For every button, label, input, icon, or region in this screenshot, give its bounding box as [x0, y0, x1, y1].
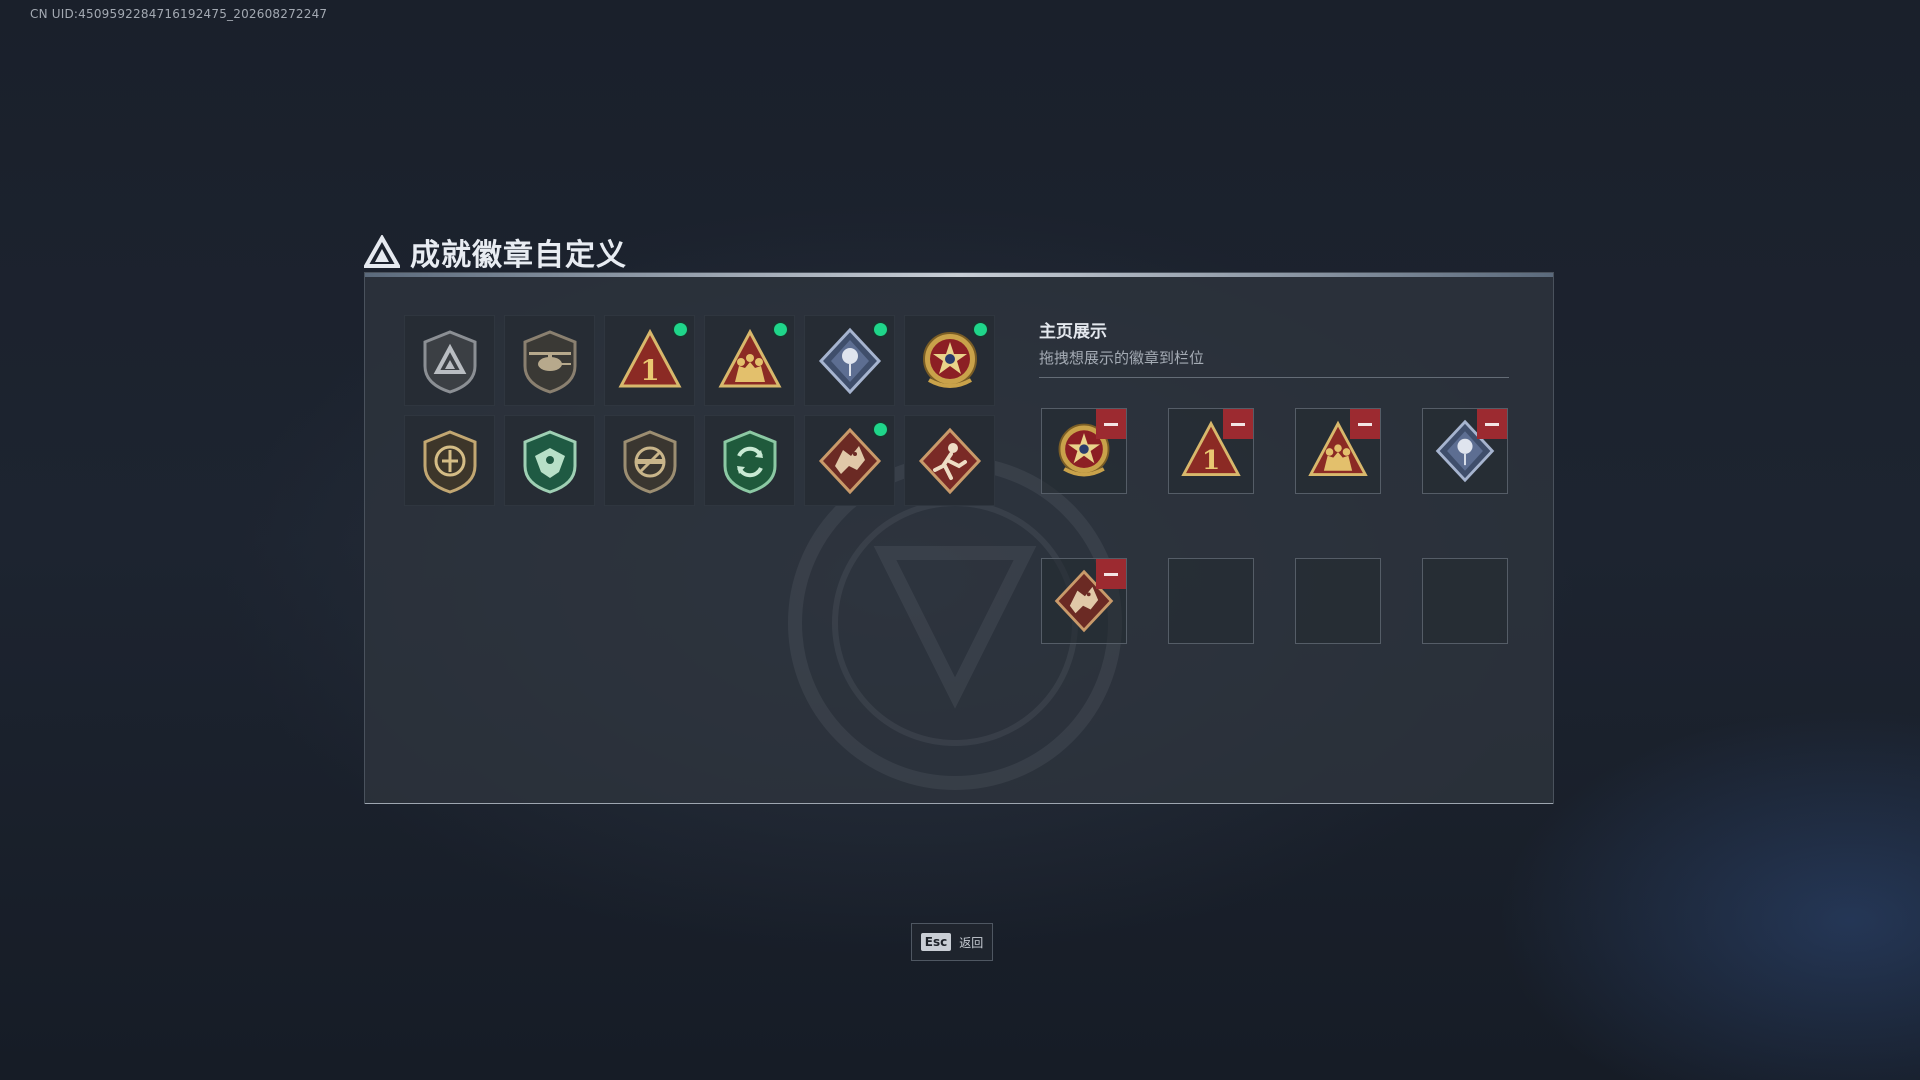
badge-cell[interactable] — [804, 415, 895, 506]
badge-cell[interactable] — [504, 415, 595, 506]
squad-triangle-badge-icon — [717, 328, 782, 387]
showcase-title: 主页展示 — [1039, 322, 1107, 342]
new-indicator-dot — [674, 323, 687, 336]
badge-cell[interactable] — [904, 415, 995, 506]
remove-badge-button[interactable] — [1477, 409, 1507, 439]
remove-badge-button[interactable] — [1096, 409, 1126, 439]
minus-icon — [1104, 572, 1118, 576]
uid-label: CN UID:4509592284716192475_202608272247 — [30, 7, 328, 21]
showcase-slot-empty[interactable] — [1422, 558, 1508, 644]
badge-cell[interactable] — [804, 315, 895, 406]
badge-grid: 1 — [404, 315, 995, 506]
back-button[interactable]: Esc 返回 — [911, 923, 993, 961]
showcase-slot-filled[interactable] — [1295, 408, 1381, 494]
minus-icon — [1485, 422, 1499, 426]
showcase-slot-filled[interactable]: 1 — [1168, 408, 1254, 494]
svg-text:1: 1 — [1202, 445, 1220, 476]
star-medal-badge-icon — [922, 331, 977, 388]
remove-badge-button[interactable] — [1350, 409, 1380, 439]
showcase-divider — [1039, 377, 1509, 378]
showcase-slot-filled[interactable] — [1422, 408, 1508, 494]
showcase-slot-filled[interactable] — [1041, 408, 1127, 494]
new-indicator-dot — [974, 323, 987, 336]
number-one-triangle-badge-icon: 1 — [617, 328, 682, 387]
esc-key-icon: Esc — [920, 933, 952, 951]
showcase-slots: 1 — [1041, 408, 1508, 644]
new-indicator-dot — [774, 323, 787, 336]
green-eagle-badge-icon — [523, 429, 576, 494]
badge-cell[interactable] — [904, 315, 995, 406]
showcase-slot-empty[interactable] — [1295, 558, 1381, 644]
showcase-subtitle: 拖拽想展示的徽章到栏位 — [1039, 349, 1205, 367]
remove-badge-button[interactable] — [1223, 409, 1253, 439]
svg-text:1: 1 — [640, 354, 659, 387]
showcase-header: 主页展示 拖拽想展示的徽章到栏位 — [1039, 317, 1509, 378]
badge-cell[interactable]: 1 — [604, 315, 695, 406]
badge-cell[interactable] — [704, 315, 795, 406]
no-weapon-badge-icon — [623, 429, 676, 494]
minus-icon — [1358, 422, 1372, 426]
badge-cell[interactable] — [704, 415, 795, 506]
badge-customize-panel: 1 主页展示 拖拽想展示的徽章到栏位 1 — [364, 272, 1554, 804]
back-button-label: 返回 — [959, 935, 984, 950]
showcase-slot-empty[interactable] — [1168, 558, 1254, 644]
delta-logo-icon — [364, 235, 400, 268]
badge-cell[interactable] — [504, 315, 595, 406]
shield-delta-badge-icon — [423, 329, 476, 394]
page-header: 成就徽章自定义 — [364, 232, 627, 273]
panel-bottom-border — [365, 803, 1553, 804]
new-indicator-dot — [874, 423, 887, 436]
badge-cell[interactable] — [604, 415, 695, 506]
badge-cell[interactable] — [404, 315, 495, 406]
minus-icon — [1104, 422, 1118, 426]
dragon-diamond-badge-icon — [818, 427, 881, 494]
new-indicator-dot — [874, 323, 887, 336]
crest-shield-badge-icon — [423, 429, 476, 494]
page-title: 成就徽章自定义 — [410, 238, 627, 273]
badge-cell[interactable] — [404, 415, 495, 506]
rose-diamond-badge-icon — [818, 327, 881, 394]
minus-icon — [1231, 422, 1245, 426]
runner-diamond-badge-icon — [918, 427, 981, 494]
showcase-slot-filled[interactable] — [1041, 558, 1127, 644]
remove-badge-button[interactable] — [1096, 559, 1126, 589]
helicopter-badge-icon — [523, 329, 576, 394]
panel-top-border — [365, 273, 1553, 277]
recycle-shield-badge-icon — [723, 429, 776, 494]
